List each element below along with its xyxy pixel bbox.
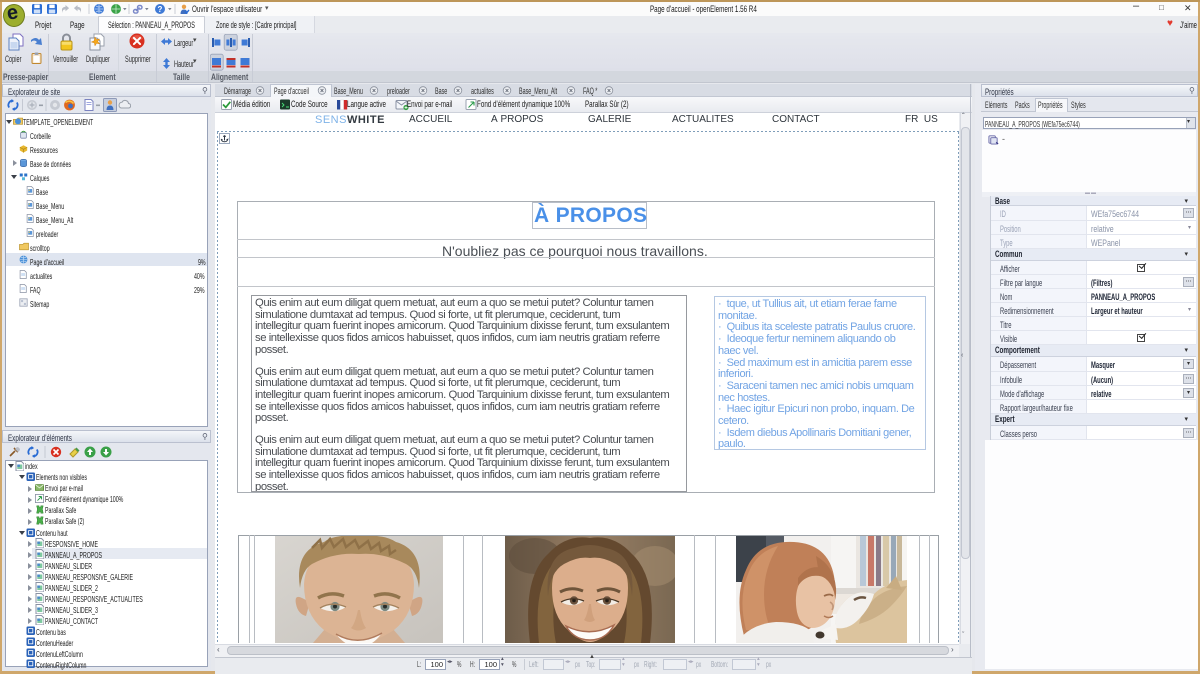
svg-text:?: ? <box>158 5 163 14</box>
